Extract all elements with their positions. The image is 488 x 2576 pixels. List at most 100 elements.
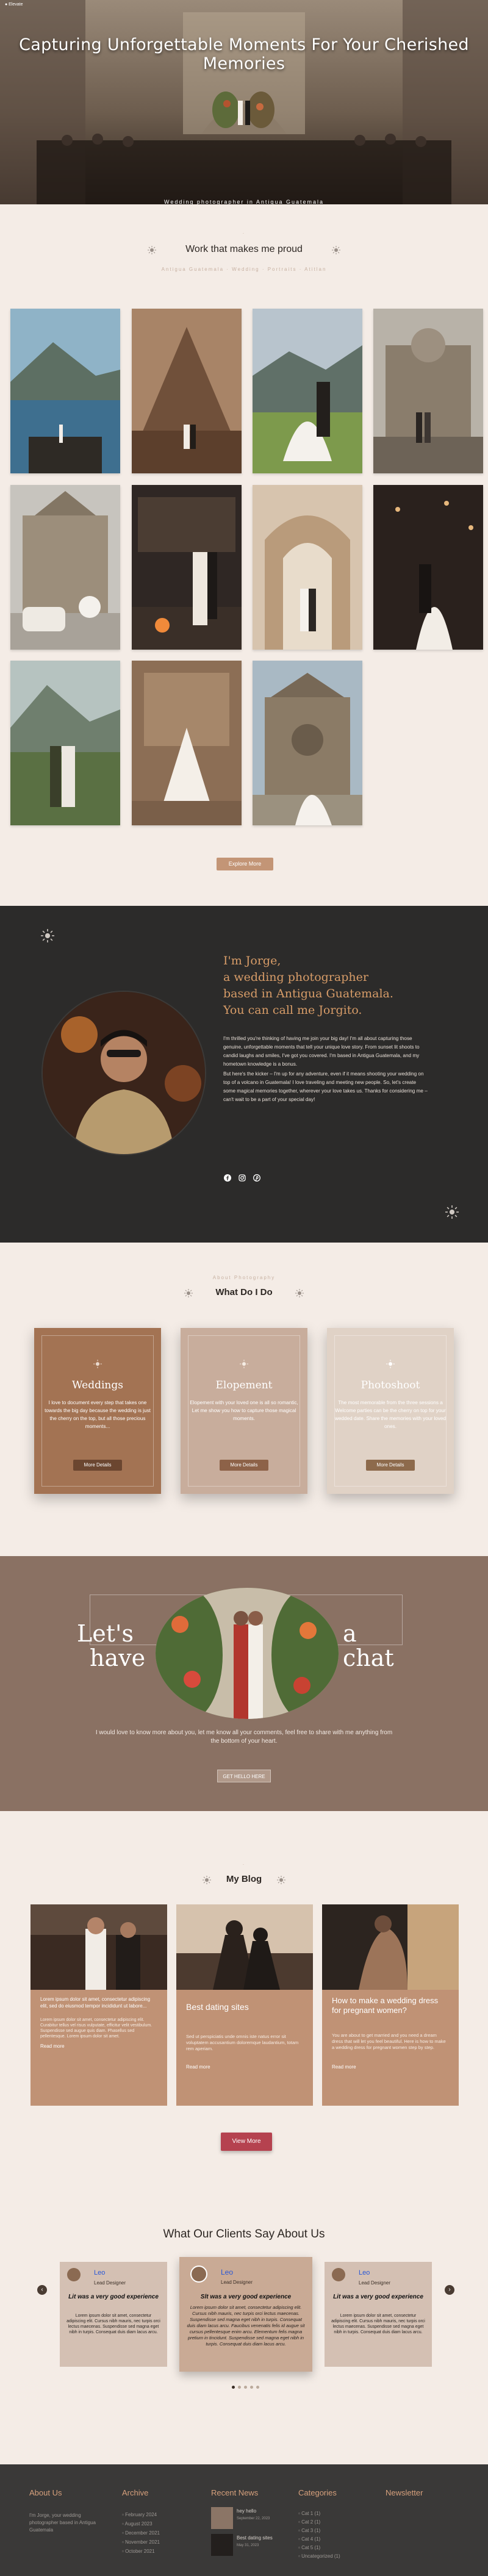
blog-title: My Blog <box>226 1874 262 1884</box>
work-heading: Work that makes me proud <box>0 244 488 256</box>
category-link[interactable]: ▫ Cat 2 (1) <box>298 2519 365 2528</box>
category-link[interactable]: ▫ Cat 3 (1) <box>298 2528 365 2536</box>
read-more-link[interactable]: Read more <box>186 2064 210 2070</box>
testimonial-text: Lorem ipsum dolor sit amet, consectetur … <box>66 2314 160 2334</box>
sun-icon <box>277 1876 285 1884</box>
news-title[interactable]: hey hello <box>237 2508 256 2514</box>
carousel-dot[interactable] <box>238 2386 241 2389</box>
more-details-button[interactable]: More Details <box>220 1460 268 1471</box>
view-more-button[interactable]: View More <box>221 2133 272 2151</box>
get-hello-button[interactable]: GET HELLO HERE <box>217 1770 271 1782</box>
footer-news-title: Recent News <box>211 2488 259 2497</box>
instagram-icon[interactable] <box>239 1174 246 1182</box>
blog-post-title[interactable]: Best dating sites <box>186 2002 303 2012</box>
category-link[interactable]: ▫ Cat 1 (1) <box>298 2511 365 2519</box>
brand-logo[interactable]: ● Elevate <box>5 2 23 7</box>
footer-about-text: I'm Jorge, your wedding photographer bas… <box>29 2513 96 2533</box>
more-details-button[interactable]: More Details <box>73 1460 122 1471</box>
blog-post-text: Lorem ipsum dolor sit amet, consectetur … <box>40 2018 152 2039</box>
testimonial-text: Lorem ipsum dolor sit amet, consectetur … <box>187 2305 305 2347</box>
category-label: Cat 1 (1) <box>301 2511 321 2516</box>
gallery-photo[interactable] <box>132 485 242 650</box>
sun-icon <box>332 246 340 254</box>
gallery-photo[interactable] <box>373 309 483 473</box>
gallery-photo[interactable] <box>132 309 242 473</box>
carousel-next-button[interactable]: › <box>445 2285 454 2295</box>
service-card-weddings[interactable]: Weddings I love to document every step t… <box>34 1328 161 1494</box>
blog-post-text: Sed ut perspiciatis unde omnis iste natu… <box>186 2034 299 2051</box>
carousel-dot[interactable] <box>250 2386 253 2389</box>
testimonial-headline: Lit was a very good experience <box>68 2294 159 2300</box>
archive-link-label: August 2023 <box>124 2521 152 2527</box>
blog-post-card[interactable]: Lorem ipsum dolor sit amet, consectetur … <box>30 1904 167 2106</box>
about-title-line: based in Antigua Guatemala. <box>223 987 393 1000</box>
gallery-photo[interactable] <box>10 485 120 650</box>
carousel-dot[interactable] <box>244 2386 247 2389</box>
news-item[interactable]: Best dating sites May 31, 2023 <box>211 2534 284 2556</box>
read-more-link[interactable]: Read more <box>40 2043 65 2049</box>
blog-post-title[interactable]: How to make a wedding dress for pregnant… <box>332 1996 449 2015</box>
services-heading: What Do I Do <box>0 1287 488 1299</box>
pinterest-icon[interactable] <box>253 1174 260 1182</box>
testimonial-headline: Slt was a very good experience <box>200 2294 292 2300</box>
archive-link[interactable]: ▫ October 2021 <box>122 2549 189 2558</box>
about-title: I'm Jorge, a wedding photographer based … <box>223 953 406 1019</box>
blog-post-image <box>322 1904 459 1990</box>
archive-link[interactable]: ▫ November 2021 <box>122 2539 189 2549</box>
category-label: Uncategorized (1) <box>301 2553 340 2559</box>
footer-archive-list: ▫ February 2024 ▫ August 2023 ▫ December… <box>122 2512 189 2558</box>
explore-more-button[interactable]: Explore More <box>217 858 273 870</box>
archive-link-label: October 2021 <box>125 2549 155 2554</box>
gallery-photo[interactable] <box>253 485 362 650</box>
chevron-right-icon: › <box>448 2286 451 2293</box>
chat-title-left2: have <box>90 1646 145 1670</box>
testimonial-card: Leo Lead Designer Lit was a very good ex… <box>60 2262 167 2367</box>
about-paragraph: But here's the kicker – I'm up for any a… <box>223 1071 428 1102</box>
gallery-photo[interactable] <box>373 485 483 650</box>
news-date: May 31, 2023 <box>237 2544 259 2547</box>
read-more-link[interactable]: Read more <box>332 2064 356 2070</box>
news-title[interactable]: Best dating sites <box>237 2535 273 2541</box>
blog-post-card[interactable]: Best dating sites Sed ut perspiciatis un… <box>176 1904 313 2106</box>
testimonial-card: Leo Lead Designer Slt was a very good ex… <box>179 2257 312 2372</box>
testimonial-name: Leo <box>359 2269 370 2276</box>
carousel-prev-button[interactable]: ‹ <box>37 2285 47 2295</box>
gallery-photo[interactable] <box>10 661 120 825</box>
service-text: The most memorable from the three sessio… <box>334 1400 447 1429</box>
news-item[interactable]: hey hello September 22, 2023 <box>211 2507 284 2529</box>
blog-post-image <box>30 1904 167 1990</box>
avatar <box>67 2268 81 2281</box>
sun-icon <box>295 1289 304 1297</box>
footer-categories-title: Categories <box>298 2488 337 2497</box>
chat-title-right: a chat <box>343 1620 394 1671</box>
gallery-photo[interactable] <box>10 309 120 473</box>
category-link[interactable]: ▫ Cat 4 (1) <box>298 2536 365 2545</box>
facebook-icon[interactable] <box>224 1174 231 1182</box>
service-card-elopement[interactable]: Elopement Elopement with your loved one … <box>181 1328 307 1494</box>
sun-icon <box>386 1360 395 1368</box>
sun-icon <box>240 1360 248 1368</box>
testimonial-name: Leo <box>221 2268 234 2276</box>
work-title: Work that makes me proud <box>185 244 303 254</box>
carousel-dot[interactable] <box>256 2386 259 2389</box>
category-link[interactable]: ▫ Cat 5 (1) <box>298 2545 365 2553</box>
category-label: Cat 2 (1) <box>301 2519 321 2525</box>
blog-heading: My Blog <box>0 1874 488 1886</box>
archive-link[interactable]: ▫ December 2021 <box>122 2530 189 2539</box>
gallery-photo[interactable] <box>253 661 362 825</box>
category-label: Cat 3 (1) <box>301 2528 321 2533</box>
gallery-photo[interactable] <box>253 309 362 473</box>
category-link[interactable]: ▫ Uncategorized (1) <box>298 2553 365 2562</box>
gallery-photo[interactable] <box>132 661 242 825</box>
testimonial-name: Leo <box>94 2269 106 2276</box>
service-card-photoshoot[interactable]: Photoshoot The most memorable from the t… <box>327 1328 454 1494</box>
blog-post-card[interactable]: How to make a wedding dress for pregnant… <box>322 1904 459 2106</box>
category-label: Cat 4 (1) <box>301 2536 321 2542</box>
sun-icon <box>93 1360 102 1368</box>
more-details-button[interactable]: More Details <box>366 1460 415 1471</box>
blog-post-excerpt: Lorem ipsum dolor sit amet, consectetur … <box>40 1997 151 2009</box>
archive-link[interactable]: ▫ February 2024 <box>122 2512 189 2521</box>
news-date: September 22, 2023 <box>237 2517 270 2520</box>
archive-link[interactable]: ▫ August 2023 <box>122 2521 189 2530</box>
carousel-dot[interactable] <box>232 2386 235 2389</box>
